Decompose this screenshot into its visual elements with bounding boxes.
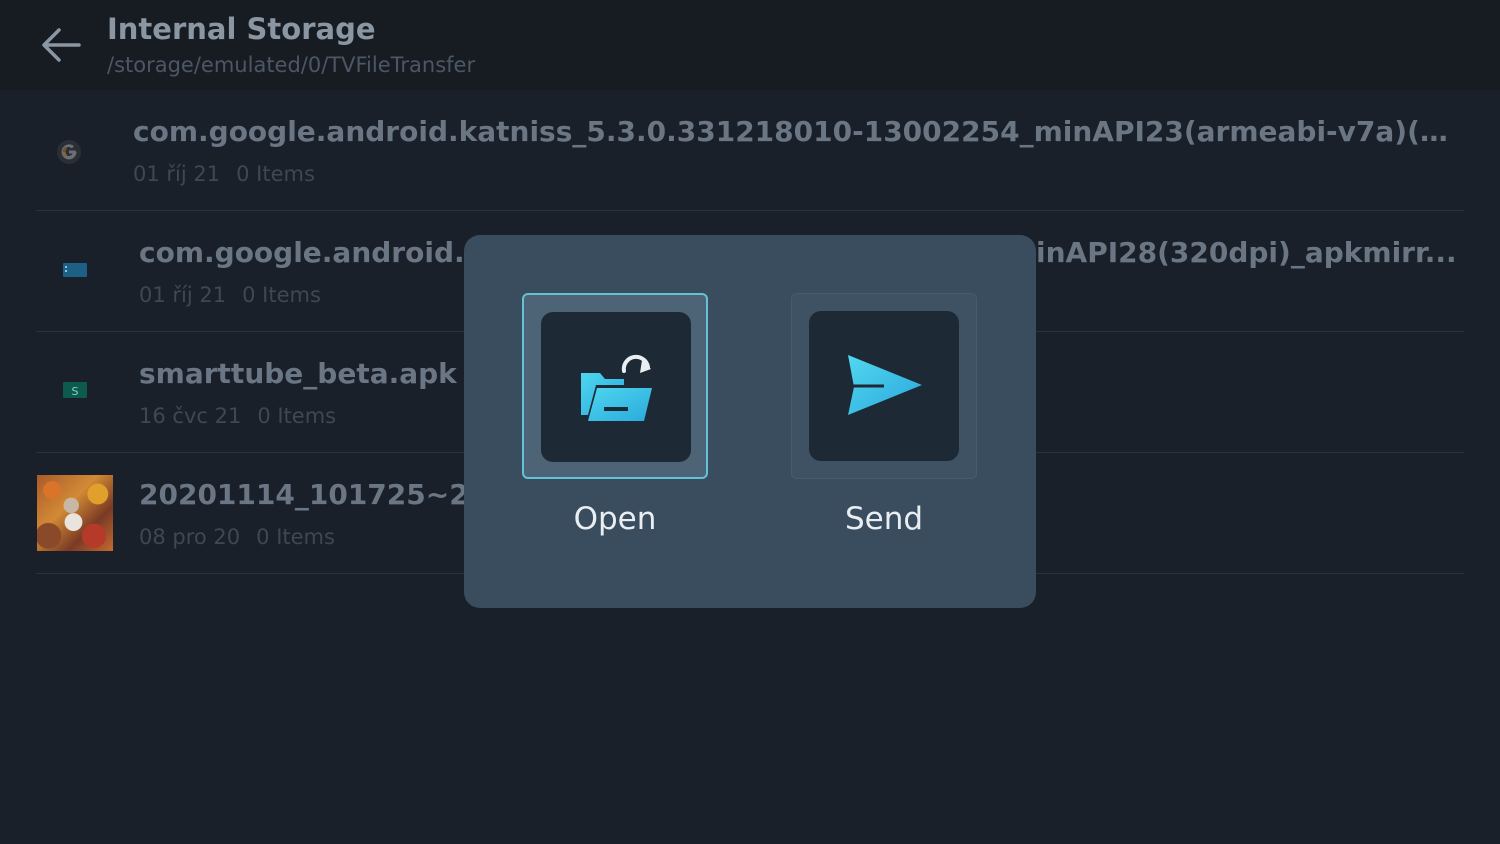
file-date: 08 pro 20 bbox=[139, 525, 241, 549]
file-meta: 01 říj 21 0 Items bbox=[139, 283, 321, 307]
arrow-left-icon bbox=[42, 28, 81, 62]
file-count: 0 Items bbox=[256, 525, 335, 549]
file-name: com.google.android.ap bbox=[139, 236, 504, 269]
file-date: 16 čvc 21 bbox=[139, 404, 242, 428]
file-name-tail: inAPI28(320dpi)_apkmirr... bbox=[1036, 236, 1457, 269]
file-count: 0 Items bbox=[236, 162, 315, 186]
open-tile bbox=[541, 312, 691, 462]
send-label: Send bbox=[844, 501, 924, 537]
send-arrow-icon bbox=[848, 355, 922, 415]
file-meta: 16 čvc 21 0 Items bbox=[139, 404, 336, 428]
folder-path: /storage/emulated/0/TVFileTransfer bbox=[107, 53, 476, 77]
open-button[interactable] bbox=[522, 293, 708, 479]
file-name: com.google.android.katniss_5.3.0.3312180… bbox=[133, 115, 1455, 148]
image-thumbnail bbox=[37, 475, 113, 551]
file-name: 20201114_101725~2.m bbox=[139, 478, 509, 511]
file-meta: 01 říj 21 0 Items bbox=[133, 162, 315, 186]
file-name: smarttube_beta.apk bbox=[139, 357, 457, 390]
file-count: 0 Items bbox=[242, 283, 321, 307]
file-count: 0 Items bbox=[257, 404, 337, 428]
header-bar: Internal Storage /storage/emulated/0/TVF… bbox=[0, 0, 1500, 90]
back-button[interactable] bbox=[36, 22, 86, 68]
page-title: Internal Storage bbox=[107, 12, 376, 46]
smarttube-icon: S bbox=[62, 380, 88, 400]
action-dialog: Open Send bbox=[464, 235, 1036, 608]
send-tile bbox=[809, 311, 959, 461]
file-date: 01 říj 21 bbox=[133, 162, 221, 186]
apk-icon bbox=[62, 260, 88, 280]
svg-text:S: S bbox=[72, 385, 79, 398]
list-item[interactable]: com.google.android.katniss_5.3.0.3312180… bbox=[36, 90, 1464, 211]
open-label: Open bbox=[573, 501, 657, 537]
open-folder-icon bbox=[581, 354, 652, 421]
google-icon bbox=[54, 137, 84, 167]
file-meta: 08 pro 20 0 Items bbox=[139, 525, 335, 549]
file-date: 01 říj 21 bbox=[139, 283, 227, 307]
send-button[interactable] bbox=[791, 293, 977, 479]
